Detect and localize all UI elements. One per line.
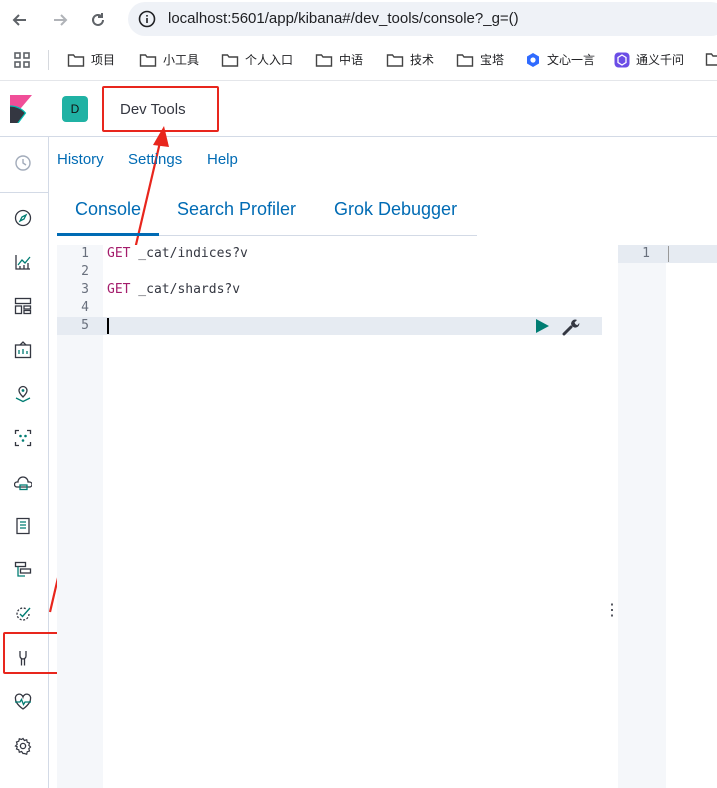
text-cursor xyxy=(107,318,109,334)
code-line: GET _cat/shards?v xyxy=(107,282,240,297)
response-output[interactable]: 1 xyxy=(618,245,717,788)
http-method: GET xyxy=(107,282,131,297)
line-number: 3 xyxy=(81,282,89,297)
tab-console[interactable]: Console xyxy=(75,199,141,220)
request-editor[interactable]: 1 2 3 4 5 GET _cat/indices?v GET _cat/sh… xyxy=(57,245,602,788)
request-path: _cat/indices?v xyxy=(130,246,248,261)
help-link[interactable]: Help xyxy=(207,151,238,168)
request-options-wrench-icon[interactable] xyxy=(562,318,580,336)
output-gutter xyxy=(618,245,666,788)
line-number: 1 xyxy=(81,246,89,261)
request-path: _cat/shards?v xyxy=(130,282,241,297)
send-request-play-icon[interactable] xyxy=(535,319,549,333)
http-method: GET xyxy=(107,246,131,261)
output-cursor xyxy=(668,246,669,262)
settings-link[interactable]: Settings xyxy=(128,151,182,168)
line-number: 2 xyxy=(81,264,89,279)
active-line-highlight xyxy=(57,317,602,335)
output-line-number: 1 xyxy=(642,246,650,261)
active-tab-indicator xyxy=(57,233,159,236)
line-number: 5 xyxy=(81,318,89,333)
tab-search-profiler[interactable]: Search Profiler xyxy=(177,199,296,220)
tab-grok-debugger[interactable]: Grok Debugger xyxy=(334,199,457,220)
history-link[interactable]: History xyxy=(57,151,104,168)
code-line: GET _cat/indices?v xyxy=(107,246,248,261)
line-number: 4 xyxy=(81,300,89,315)
